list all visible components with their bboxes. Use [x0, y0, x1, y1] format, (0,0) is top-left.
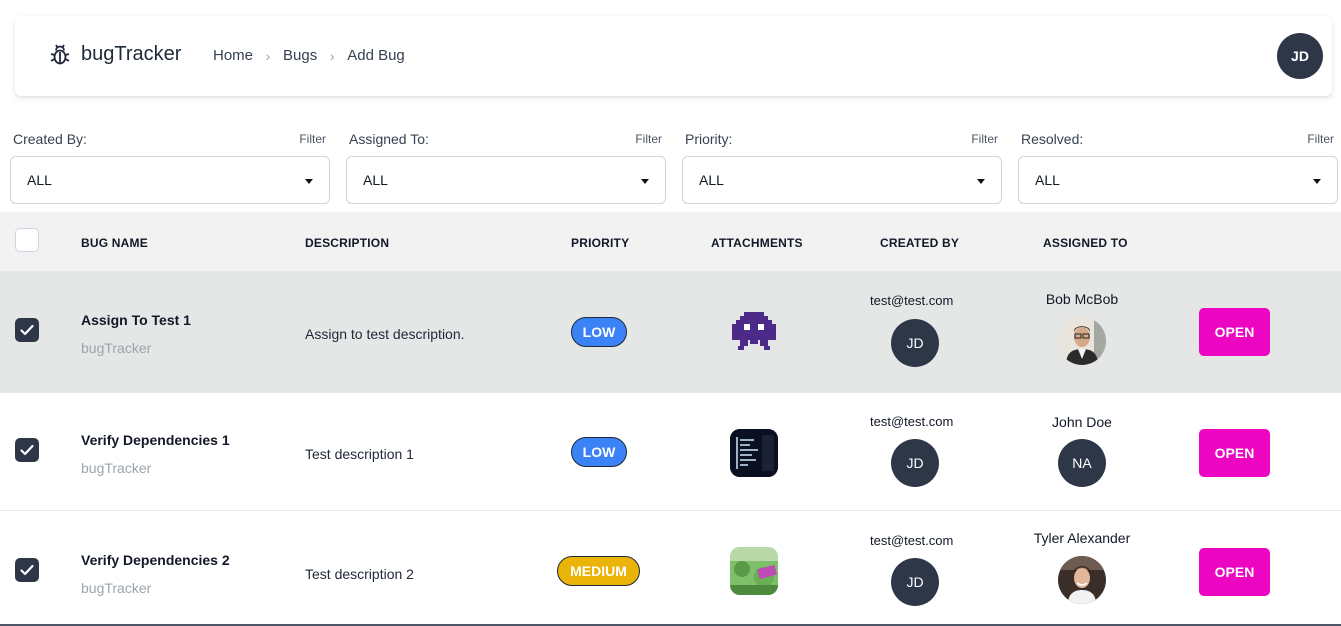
open-button[interactable]: OPEN — [1199, 548, 1270, 596]
assignee-photo-avatar — [1058, 317, 1106, 365]
table-row[interactable]: Verify Dependencies 1 bugTracker Test de… — [0, 393, 1341, 511]
select-value: ALL — [699, 172, 724, 188]
filter-priority: Priority: Filter ALL — [682, 128, 1002, 204]
filter-link[interactable]: Filter — [1307, 132, 1334, 146]
bug-icon — [50, 44, 70, 65]
filter-created-by: Created By: Filter ALL — [10, 128, 330, 204]
caret-down-icon — [641, 179, 649, 184]
bug-description: Assign to test description. — [305, 326, 465, 342]
column-header: PRIORITY — [571, 236, 630, 250]
table-header: BUG NAME DESCRIPTION PRIORITY ATTACHMENT… — [0, 212, 1341, 271]
filter-resolved: Resolved: Filter ALL — [1018, 128, 1338, 204]
bug-description: Test description 2 — [305, 566, 414, 582]
row-checkbox[interactable] — [15, 438, 39, 462]
creator-email: test@test.com — [870, 293, 954, 308]
attachment-thumbnail[interactable] — [730, 429, 778, 477]
bug-name[interactable]: Verify Dependencies 1 — [81, 432, 230, 448]
filter-label: Created By: — [13, 131, 87, 147]
open-button[interactable]: OPEN — [1199, 308, 1270, 356]
check-icon — [20, 324, 34, 336]
breadcrumb-home[interactable]: Home — [213, 47, 253, 64]
terminal-screenshot-image — [730, 429, 778, 477]
filter-label: Assigned To: — [349, 131, 429, 147]
caret-down-icon — [977, 179, 985, 184]
open-button[interactable]: OPEN — [1199, 429, 1270, 477]
assignee-name: John Doe — [1052, 414, 1112, 430]
column-header: ASSIGNED TO — [1043, 236, 1128, 250]
priority-badge: MEDIUM — [557, 556, 640, 586]
bug-project: bugTracker — [81, 340, 152, 356]
breadcrumb-add-bug[interactable]: Add Bug — [347, 47, 405, 64]
chevron-right-icon: › — [329, 47, 335, 64]
assignee-name: Bob McBob — [1045, 291, 1119, 307]
pixel-invader-image — [732, 312, 776, 350]
column-header: ATTACHMENTS — [711, 236, 803, 250]
user-avatar[interactable]: JD — [1277, 33, 1323, 79]
priority-select[interactable]: ALL — [682, 156, 1002, 204]
filter-link[interactable]: Filter — [635, 132, 662, 146]
creator-avatar: JD — [891, 558, 939, 606]
creator-avatar: JD — [891, 319, 939, 367]
filter-label: Priority: — [685, 131, 733, 147]
chevron-right-icon: › — [265, 47, 271, 64]
select-all-checkbox[interactable] — [15, 228, 39, 252]
created-by-select[interactable]: ALL — [10, 156, 330, 204]
select-value: ALL — [363, 172, 388, 188]
priority-badge: LOW — [571, 317, 627, 347]
filter-bar: Created By: Filter ALL Assigned To: Filt… — [10, 128, 1338, 204]
app-name: bugTracker — [81, 42, 182, 65]
table-row[interactable]: Assign To Test 1 bugTracker Assign to te… — [0, 271, 1341, 393]
assignee-name: Tyler Alexander — [1033, 530, 1131, 546]
breadcrumb-bugs[interactable]: Bugs — [283, 47, 317, 64]
column-header: BUG NAME — [81, 236, 148, 250]
creator-avatar: JD — [891, 439, 939, 487]
row-checkbox[interactable] — [15, 558, 39, 582]
filter-link[interactable]: Filter — [971, 132, 998, 146]
brand[interactable]: bugTracker — [49, 42, 181, 66]
assigned-to-select[interactable]: ALL — [346, 156, 666, 204]
assignee-photo-avatar — [1058, 556, 1106, 604]
attachment-thumbnail[interactable] — [730, 308, 778, 356]
filter-link[interactable]: Filter — [299, 132, 326, 146]
creator-email: test@test.com — [870, 414, 954, 429]
check-icon — [20, 444, 34, 456]
table-row[interactable]: Verify Dependencies 2 bugTracker Test de… — [0, 511, 1341, 625]
select-value: ALL — [27, 172, 52, 188]
top-navbar: bugTracker Home › Bugs › Add Bug JD — [15, 16, 1332, 96]
column-header: DESCRIPTION — [305, 236, 390, 250]
bug-description: Test description 1 — [305, 446, 414, 462]
breadcrumb: Home › Bugs › Add Bug — [213, 47, 405, 64]
priority-badge: LOW — [571, 437, 627, 467]
row-checkbox[interactable] — [15, 318, 39, 342]
assignee-avatar: NA — [1058, 439, 1106, 487]
filter-assigned-to: Assigned To: Filter ALL — [346, 128, 666, 204]
select-value: ALL — [1035, 172, 1060, 188]
column-header: CREATED BY — [880, 236, 960, 250]
check-icon — [20, 564, 34, 576]
caret-down-icon — [1313, 179, 1321, 184]
creator-email: test@test.com — [870, 533, 954, 548]
resolved-select[interactable]: ALL — [1018, 156, 1338, 204]
attachment-thumbnail[interactable] — [730, 547, 778, 595]
bug-name[interactable]: Assign To Test 1 — [81, 312, 191, 328]
caret-down-icon — [305, 179, 313, 184]
filter-label: Resolved: — [1021, 131, 1084, 147]
bug-name[interactable]: Verify Dependencies 2 — [81, 552, 230, 568]
landscape-sticker-image — [730, 547, 778, 595]
bug-project: bugTracker — [81, 580, 152, 596]
bug-table: BUG NAME DESCRIPTION PRIORITY ATTACHMENT… — [0, 212, 1341, 625]
bug-project: bugTracker — [81, 460, 152, 476]
